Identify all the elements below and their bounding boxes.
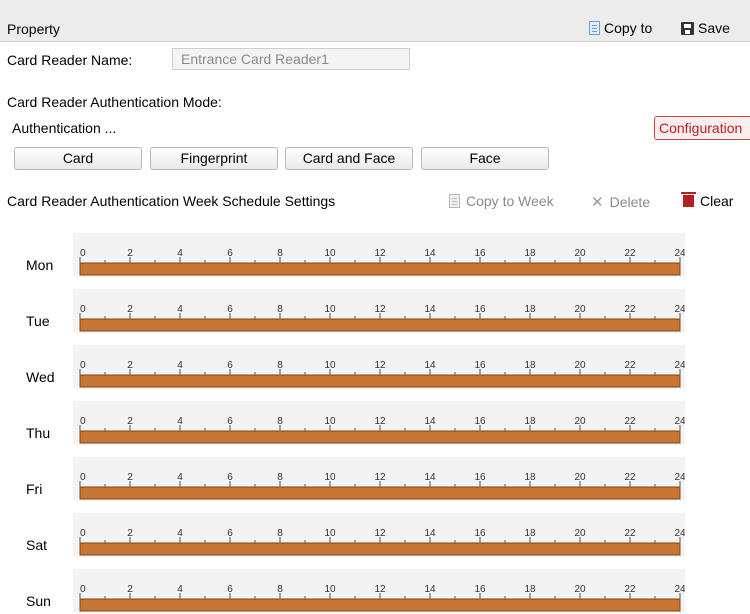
card-reader-name-label: Card Reader Name:	[7, 52, 133, 68]
configuration-button[interactable]: Configuration	[654, 116, 750, 140]
schedule-bar[interactable]	[79, 486, 681, 500]
timeline-ruler: 0 2 4 6 8 10 12 14 16 18 20 22 24	[79, 248, 685, 276]
day-label: Sat	[26, 537, 48, 553]
hour-tick-label: 0	[80, 416, 86, 427]
day-label: Fri	[26, 481, 43, 497]
mode-fingerprint-button[interactable]: Fingerprint	[150, 147, 278, 170]
day-timeline[interactable]: 0 2 4 6 8 10 12 14 16 18 20 22 24	[73, 233, 685, 277]
copy-icon	[589, 21, 600, 35]
auth-mode-section-label: Card Reader Authentication Mode:	[7, 94, 222, 110]
authentication-label: Authentication ...	[12, 120, 117, 136]
card-reader-name-field[interactable]: Entrance Card Reader1	[172, 48, 410, 70]
hour-tick-label: 0	[80, 472, 86, 483]
hour-tick-label: 0	[80, 304, 86, 315]
day-row-fri: Fri 0 2 4 6 8 10 12 14 16 18 20 22 24	[0, 454, 690, 501]
day-timeline[interactable]: 0 2 4 6 8 10 12 14 16 18 20 22 24	[73, 289, 685, 333]
mode-card-button[interactable]: Card	[14, 147, 142, 170]
clear-label: Clear	[700, 193, 734, 209]
day-label: Mon	[26, 257, 54, 273]
day-row-mon: Mon 0 2 4 6 8 10 12 14 16 18 20 22 24	[0, 230, 690, 277]
day-label: Thu	[26, 425, 51, 441]
property-header: Property Copy to Save	[0, 0, 750, 42]
schedule-bar[interactable]	[79, 430, 681, 444]
schedule-bar[interactable]	[79, 598, 681, 612]
schedule-bar[interactable]	[79, 318, 681, 332]
hour-tick-label: 0	[80, 360, 86, 371]
timeline-ruler: 0 2 4 6 8 10 12 14 16 18 20 22 24	[79, 360, 685, 388]
mode-face-button[interactable]: Face	[421, 147, 549, 170]
trash-icon	[681, 192, 696, 207]
timeline-ruler: 0 2 4 6 8 10 12 14 16 18 20 22 24	[79, 472, 685, 500]
timeline-ruler: 0 2 4 6 8 10 12 14 16 18 20 22 24	[79, 584, 685, 612]
schedule-bar[interactable]	[79, 262, 681, 276]
day-timeline[interactable]: 0 2 4 6 8 10 12 14 16 18 20 22 24	[73, 345, 685, 389]
day-row-tue: Tue 0 2 4 6 8 10 12 14 16 18 20 22 24	[0, 286, 690, 333]
schedule-bar[interactable]	[79, 542, 681, 556]
mode-card-and-face-button[interactable]: Card and Face	[285, 147, 413, 170]
copy-to-week-button[interactable]: Copy to Week	[449, 193, 554, 209]
schedule-bar[interactable]	[79, 374, 681, 388]
panel-title: Property	[7, 21, 60, 37]
save-button[interactable]: Save	[681, 20, 730, 36]
day-timeline[interactable]: 0 2 4 6 8 10 12 14 16 18 20 22 24	[73, 457, 685, 501]
day-row-sat: Sat 0 2 4 6 8 10 12 14 16 18 20 22 24	[0, 510, 690, 557]
save-icon	[681, 21, 694, 35]
day-row-thu: Thu 0 2 4 6 8 10 12 14 16 18 20 22 24	[0, 398, 690, 445]
timeline-ruler: 0 2 4 6 8 10 12 14 16 18 20 22 24	[79, 304, 685, 332]
copy-to-week-label: Copy to Week	[466, 193, 554, 209]
day-row-wed: Wed 0 2 4 6 8 10 12 14 16 18 20 22 24	[0, 342, 690, 389]
close-icon: ✕	[591, 194, 604, 211]
hour-tick-label: 0	[80, 248, 86, 259]
hour-tick-label: 0	[80, 528, 86, 539]
delete-label: Delete	[609, 194, 651, 210]
hour-tick-label: 0	[80, 584, 86, 595]
week-schedule-title: Card Reader Authentication Week Schedule…	[7, 193, 336, 209]
timeline-ruler: 0 2 4 6 8 10 12 14 16 18 20 22 24	[79, 528, 685, 556]
day-label: Wed	[26, 369, 55, 385]
copy-to-button[interactable]: Copy to	[589, 20, 652, 36]
save-label: Save	[698, 20, 730, 36]
clear-button[interactable]: Clear	[681, 192, 734, 209]
delete-button[interactable]: ✕ Delete	[591, 193, 650, 211]
copy-icon	[449, 194, 460, 208]
timeline-ruler: 0 2 4 6 8 10 12 14 16 18 20 22 24	[79, 416, 685, 444]
copy-to-label: Copy to	[604, 20, 653, 36]
day-row-sun: Sun 0 2 4 6 8 10 12 14 16 18 20 22 24	[0, 566, 690, 613]
day-timeline[interactable]: 0 2 4 6 8 10 12 14 16 18 20 22 24	[73, 569, 685, 613]
day-label: Tue	[26, 313, 50, 329]
day-timeline[interactable]: 0 2 4 6 8 10 12 14 16 18 20 22 24	[73, 513, 685, 557]
day-timeline[interactable]: 0 2 4 6 8 10 12 14 16 18 20 22 24	[73, 401, 685, 445]
day-label: Sun	[26, 593, 51, 609]
